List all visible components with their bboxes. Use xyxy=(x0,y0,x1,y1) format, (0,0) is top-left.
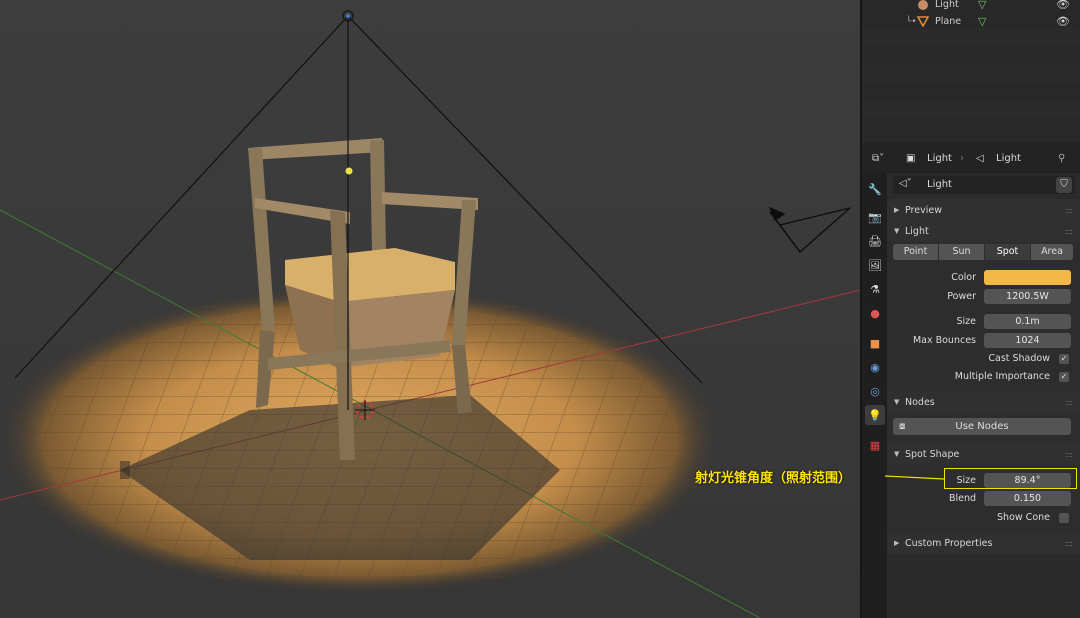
world-tab-icon[interactable]: ● xyxy=(865,303,885,323)
light-data-icon: ◁˅ xyxy=(899,178,912,189)
datablock-name[interactable]: Light xyxy=(927,179,952,190)
light-type-point[interactable]: Point xyxy=(893,244,938,260)
power-label: Power xyxy=(947,291,976,302)
eye-icon[interactable]: 👁 xyxy=(1056,0,1070,11)
max-bounces-field[interactable]: 1024 xyxy=(984,333,1071,348)
blend-field[interactable]: 0.150 xyxy=(984,491,1071,506)
mesh-data-icon: ▽ xyxy=(978,15,987,28)
modifier-tab-icon[interactable]: ◉ xyxy=(865,357,885,377)
datablock-selector[interactable]: ◁˅ Light ⛉ xyxy=(893,176,1075,194)
drag-grip-icon[interactable]: :::: xyxy=(1065,206,1073,215)
section-title: Spot Shape xyxy=(905,448,960,460)
cast-shadow-checkbox[interactable]: ✓ xyxy=(1059,354,1069,364)
object-tab-icon[interactable]: ■ xyxy=(865,333,885,353)
outliner-item-label: Plane xyxy=(935,16,962,27)
tool-tab-icon[interactable]: 🔧 xyxy=(865,179,885,199)
annotation-highlight-box xyxy=(944,468,1077,489)
show-cone-label: Show Cone xyxy=(997,512,1050,523)
nodes-settings: ⧇ Use Nodes xyxy=(887,413,1080,443)
use-nodes-button[interactable]: ⧇ Use Nodes xyxy=(893,418,1071,435)
outliner-panel[interactable]: Light ▽ 👁 └• Plane ▽ 👁 xyxy=(862,0,1080,143)
properties-empty-area xyxy=(887,554,1080,618)
drag-grip-icon[interactable]: :::: xyxy=(1065,227,1073,236)
power-field[interactable]: 1200.5W xyxy=(984,289,1071,304)
drag-grip-icon[interactable]: :::: xyxy=(1065,539,1073,548)
scene-tab-icon[interactable]: ⚗ xyxy=(865,279,885,299)
multiple-importance-checkbox[interactable]: ✓ xyxy=(1059,372,1069,382)
node-tree-icon: ⧇ xyxy=(899,421,906,432)
section-light[interactable]: ▼ Light :::: xyxy=(887,220,1080,242)
physics-tab-icon[interactable]: ◎ xyxy=(865,381,885,401)
light-object-icon xyxy=(917,0,929,11)
section-title: Light xyxy=(905,225,929,237)
properties-panel: ◁˅ Light ⛉ ▶ Preview :::: ▼ Light :::: P… xyxy=(887,173,1080,618)
light-data-icon: ◁ xyxy=(976,152,984,164)
output-tab-icon[interactable]: 🖨 xyxy=(865,231,885,251)
eye-icon[interactable]: 👁 xyxy=(1056,15,1070,28)
breadcrumb-separator: › xyxy=(960,152,964,164)
blend-label: Blend xyxy=(948,493,976,504)
section-preview[interactable]: ▶ Preview :::: xyxy=(887,199,1080,221)
3d-viewport[interactable] xyxy=(0,0,860,618)
tree-branch-icon: └• xyxy=(906,16,917,27)
object-icon: ▣ xyxy=(906,152,916,164)
light-type-spot[interactable]: Spot xyxy=(985,244,1030,260)
editor-type-icon[interactable]: ⧉˅ xyxy=(872,153,884,164)
use-nodes-label: Use Nodes xyxy=(955,421,1009,432)
annotation-label: 射灯光锥角度（照射范围） xyxy=(695,471,852,486)
expanded-arrow-icon: ▼ xyxy=(894,227,900,235)
drag-grip-icon[interactable]: :::: xyxy=(1065,398,1073,407)
light-data-tab-icon[interactable]: 💡 xyxy=(865,405,885,425)
light-type-sun[interactable]: Sun xyxy=(939,244,984,260)
texture-tab-icon[interactable]: ▦ xyxy=(865,435,885,455)
collapsed-arrow-icon: ▶ xyxy=(894,206,900,214)
max-bounces-label: Max Bounces xyxy=(912,335,976,346)
section-title: Custom Properties xyxy=(905,537,993,549)
breadcrumb-object[interactable]: Light xyxy=(927,153,952,164)
section-custom-properties[interactable]: ▶ Custom Properties :::: xyxy=(887,532,1080,554)
cast-shadow-label: Cast Shadow xyxy=(988,353,1050,364)
collapsed-arrow-icon: ▶ xyxy=(894,539,900,547)
light-target-handle xyxy=(345,167,353,175)
section-spot-shape[interactable]: ▼ Spot Shape :::: xyxy=(887,443,1080,465)
color-swatch[interactable] xyxy=(984,270,1071,285)
view-layer-tab-icon[interactable]: 🖼 xyxy=(865,255,885,275)
light-settings: Point Sun Spot Area Color Power 1200.5W … xyxy=(887,242,1080,393)
expanded-arrow-icon: ▼ xyxy=(894,450,900,458)
drag-grip-icon[interactable]: :::: xyxy=(1065,450,1073,459)
viewport-scene xyxy=(0,10,860,618)
render-tab-icon[interactable]: 📷 xyxy=(865,207,885,227)
properties-tabs: 🔧 📷 🖨 🖼 ⚗ ● ■ ◉ ◎ 💡 ▦ xyxy=(862,173,887,618)
outliner-item-light[interactable]: Light ▽ 👁 xyxy=(862,0,1080,13)
size-field[interactable]: 0.1m xyxy=(984,314,1071,329)
expanded-arrow-icon: ▼ xyxy=(894,398,900,406)
fake-user-shield-icon[interactable]: ⛉ xyxy=(1056,177,1072,193)
mesh-object-icon xyxy=(916,15,930,28)
outliner-item-plane[interactable]: └• Plane ▽ 👁 xyxy=(862,13,1080,30)
light-data-icon: ▽ xyxy=(978,0,987,11)
size-label: Size xyxy=(956,316,976,327)
outliner-item-label: Light xyxy=(935,0,959,10)
breadcrumb-data[interactable]: Light xyxy=(996,153,1021,164)
color-label: Color xyxy=(951,272,976,283)
light-type-area[interactable]: Area xyxy=(1031,244,1073,260)
camera-object-icon xyxy=(768,206,851,254)
multiple-importance-label: Multiple Importance xyxy=(954,371,1050,382)
section-title: Preview xyxy=(905,204,942,216)
show-cone-checkbox[interactable] xyxy=(1059,513,1069,523)
properties-header: ⧉˅ ▣ Light › ◁ Light ⚲ xyxy=(862,143,1080,173)
section-nodes[interactable]: ▼ Nodes :::: xyxy=(887,391,1080,413)
section-title: Nodes xyxy=(905,396,935,408)
pin-icon[interactable]: ⚲ xyxy=(1058,153,1065,164)
